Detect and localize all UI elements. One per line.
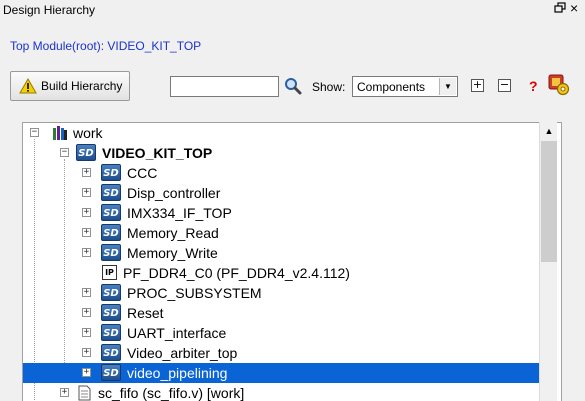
sd-component-icon: SD	[101, 284, 121, 301]
collapse-icon[interactable]: −	[60, 148, 69, 157]
top-module-label: Top Module(root): VIDEO_KIT_TOP	[10, 39, 202, 53]
tree-row-video-arbiter-top[interactable]: + SD Video_arbiter_top	[23, 343, 540, 363]
search-input[interactable]	[170, 76, 279, 97]
tree-row-label: Memory_Read	[127, 225, 219, 241]
restore-icon[interactable]	[554, 2, 566, 14]
help-icon[interactable]: ?	[529, 78, 538, 94]
build-hierarchy-label: Build Hierarchy	[41, 79, 123, 93]
sd-component-icon: SD	[101, 224, 121, 241]
window-title: Design Hierarchy	[3, 3, 96, 17]
expand-all-icon[interactable]: +	[471, 79, 484, 92]
collapse-icon[interactable]: −	[30, 128, 39, 137]
tree-row-label: video_pipelining	[125, 364, 230, 382]
expand-icon[interactable]: +	[60, 388, 69, 397]
tree-row-reset[interactable]: + SD Reset	[23, 303, 540, 323]
sd-component-icon: SD	[101, 304, 121, 321]
tree-scrollbar[interactable]: ▲	[539, 122, 557, 401]
build-hierarchy-button[interactable]: Build Hierarchy	[10, 71, 130, 101]
tree-row-label: sc_fifo (sc_fifo.v) [work]	[98, 385, 245, 401]
tree-row-uart-interface[interactable]: + SD UART_interface	[23, 323, 540, 343]
chevron-down-icon[interactable]: ▼	[439, 78, 456, 95]
tree-row-label: Disp_controller	[127, 185, 221, 201]
tree-row-label: PF_DDR4_C0 (PF_DDR4_v2.4.112)	[123, 265, 350, 281]
tree-row-video-pipelining[interactable]: + SD video_pipelining	[23, 363, 540, 383]
sd-component-icon: SD	[101, 364, 121, 381]
settings-icon[interactable]	[548, 74, 570, 96]
show-label: Show:	[312, 80, 346, 94]
expand-icon[interactable]: +	[82, 248, 91, 257]
tree-row-imx334-if-top[interactable]: + SD IMX334_IF_TOP	[23, 203, 540, 223]
tree-row-proc-subsystem[interactable]: + SD PROC_SUBSYSTEM	[23, 283, 540, 303]
title-bar: Design Hierarchy ×	[0, 0, 585, 22]
search-icon[interactable]	[284, 77, 302, 95]
expand-icon[interactable]: +	[82, 288, 91, 297]
sd-component-icon: SD	[101, 164, 121, 181]
expand-icon[interactable]: +	[82, 328, 91, 337]
tree-row-memory-write[interactable]: + SD Memory_Write	[23, 243, 540, 263]
tree-row-label: work	[73, 125, 103, 141]
hierarchy-tree[interactable]: − work − SD VIDEO_KIT_TOP + SD CCC + SD …	[22, 122, 562, 401]
expand-icon[interactable]: +	[82, 308, 91, 317]
tree-row-label: IMX334_IF_TOP	[127, 205, 232, 221]
tree-row-work[interactable]: − work	[23, 123, 540, 143]
expand-icon[interactable]: +	[82, 168, 91, 177]
expand-icon[interactable]: +	[82, 208, 91, 217]
sd-component-icon: SD	[101, 324, 121, 341]
scrollbar-thumb[interactable]	[541, 141, 557, 262]
close-icon[interactable]: ×	[570, 1, 578, 15]
tree-row-label: VIDEO_KIT_TOP	[102, 145, 213, 161]
show-select-value: Components	[357, 80, 426, 94]
tree-row-sc-fifo[interactable]: + sc_fifo (sc_fifo.v) [work]	[23, 383, 540, 401]
expand-icon[interactable]: +	[82, 188, 91, 197]
tree-row-pf-ddr4-c0[interactable]: IP PF_DDR4_C0 (PF_DDR4_v2.4.112)	[23, 263, 540, 283]
expand-icon[interactable]: +	[82, 348, 91, 357]
show-select[interactable]: Components ▼	[352, 76, 458, 97]
warning-icon	[19, 78, 37, 94]
collapse-all-icon[interactable]: −	[498, 79, 511, 92]
tree-row-label: PROC_SUBSYSTEM	[127, 285, 262, 301]
verilog-file-icon	[78, 385, 91, 401]
tree-row-label: Reset	[127, 305, 164, 321]
tree-row-label: Memory_Write	[127, 245, 218, 261]
expand-icon[interactable]: +	[82, 228, 91, 237]
tree-row-disp-controller[interactable]: + SD Disp_controller	[23, 183, 540, 203]
library-icon	[53, 126, 67, 140]
ip-core-icon: IP	[102, 265, 117, 280]
sd-component-icon: SD	[101, 244, 121, 261]
scroll-up-icon[interactable]: ▲	[540, 122, 558, 140]
expand-icon[interactable]: +	[82, 368, 91, 377]
sd-component-icon: SD	[101, 184, 121, 201]
tree-row-label: UART_interface	[127, 325, 227, 341]
sd-component-icon: SD	[76, 144, 96, 161]
sd-component-icon: SD	[101, 204, 121, 221]
tree-row-video-kit-top[interactable]: − SD VIDEO_KIT_TOP	[23, 143, 540, 163]
tree-row-ccc[interactable]: + SD CCC	[23, 163, 540, 183]
tree-row-label: CCC	[127, 165, 158, 181]
tree-row-memory-read[interactable]: + SD Memory_Read	[23, 223, 540, 243]
sd-component-icon: SD	[101, 344, 121, 361]
tree-row-label: Video_arbiter_top	[127, 345, 238, 361]
